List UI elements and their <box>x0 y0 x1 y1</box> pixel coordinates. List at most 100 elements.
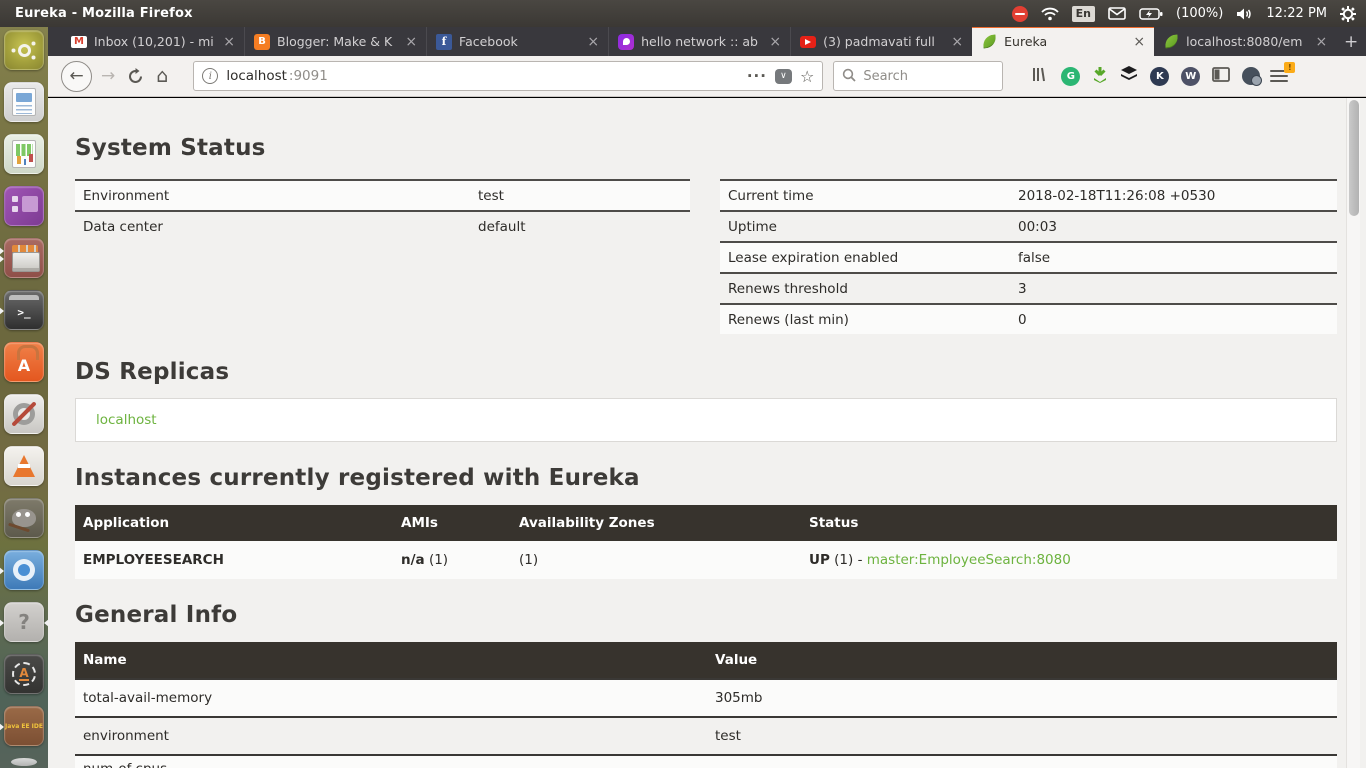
row-key: Renews (last min) <box>728 311 849 328</box>
site-info-icon[interactable]: i <box>202 68 219 84</box>
instance-row: EMPLOYEESEARCH n/a (1) (1) UP (1) - mast… <box>75 541 1337 579</box>
keepa-icon[interactable]: K <box>1150 66 1170 86</box>
volume-icon[interactable] <box>1236 7 1253 21</box>
tab-hello-network[interactable]: hello network :: ab × <box>608 27 790 56</box>
session-gear-icon[interactable] <box>1340 5 1356 22</box>
forward-button[interactable]: → <box>101 66 115 86</box>
new-tab-button[interactable]: + <box>1336 27 1366 56</box>
back-button[interactable]: ← <box>61 60 92 92</box>
unknown-window-icon[interactable]: ? <box>0 602 49 642</box>
search-icon <box>842 67 856 86</box>
instance-status: UP (1) - master:EmployeeSearch:8080 <box>809 552 1071 568</box>
home-button[interactable]: ⌂ <box>156 65 168 87</box>
gimp-icon[interactable] <box>4 498 44 538</box>
libreoffice-writer-icon[interactable] <box>4 82 44 122</box>
video-downloader-icon[interactable] <box>1092 66 1108 87</box>
firefox-window: M Inbox (10,201) - mi × B Blogger: Make … <box>48 25 1366 768</box>
running-pip <box>0 619 4 627</box>
tab-facebook[interactable]: f Facebook × <box>426 27 608 56</box>
row-key: Lease expiration enabled <box>728 249 899 266</box>
libreoffice-impress-icon[interactable] <box>4 186 44 226</box>
tab-youtube[interactable]: (3) padmavati full × <box>790 27 972 56</box>
libreoffice-calc-icon[interactable] <box>4 134 44 174</box>
navigation-toolbar: ← → ⌂ i localhost:9091 ··· ∨ ☆ G <box>48 56 1366 97</box>
replica-link[interactable]: localhost <box>96 412 157 428</box>
ds-replicas-panel: localhost <box>75 398 1337 442</box>
table-row: Uptime 00:03 <box>720 210 1337 241</box>
bookmark-star-icon[interactable]: ☆ <box>800 67 814 86</box>
scrollbar-thumb[interactable] <box>1348 100 1359 216</box>
page-scrollbar[interactable] <box>1346 98 1360 768</box>
ds-replicas-title: DS Replicas <box>75 359 230 385</box>
tab-strip: M Inbox (10,201) - mi × B Blogger: Make … <box>48 25 1366 56</box>
page-actions-icon[interactable]: ··· <box>747 67 767 85</box>
do-not-disturb-icon[interactable] <box>1011 5 1028 22</box>
row-value: 00:03 <box>1018 218 1057 235</box>
system-status-title: System Status <box>75 135 266 161</box>
archive-manager-icon[interactable] <box>0 238 44 278</box>
chromium-icon[interactable] <box>0 550 44 590</box>
table-row: Data center default <box>75 210 690 241</box>
tab-close-icon[interactable]: × <box>1131 35 1147 49</box>
search-input[interactable] <box>863 68 974 84</box>
tab-close-icon[interactable]: × <box>1313 35 1329 49</box>
tab-eureka-active[interactable]: Eureka × <box>972 25 1155 56</box>
pocket-icon[interactable]: ∨ <box>774 68 792 84</box>
clock[interactable]: 12:22 PM <box>1266 6 1327 21</box>
row-key: Data center <box>83 218 163 235</box>
table-row-partial: num-of-cpus <box>75 754 1337 768</box>
tab-close-icon[interactable]: × <box>221 35 237 49</box>
software-center-icon[interactable]: A <box>4 342 44 382</box>
instances-table-header: Application AMIs Availability Zones Stat… <box>75 505 1337 541</box>
system-settings-icon[interactable] <box>4 394 44 434</box>
youtube-favicon <box>800 35 817 48</box>
terminal-icon[interactable]: >_ <box>0 290 44 330</box>
keyboard-layout-indicator[interactable]: En <box>1071 5 1096 22</box>
layers-icon[interactable] <box>1120 66 1138 86</box>
vlc-icon[interactable] <box>4 446 44 486</box>
tab-blogger[interactable]: B Blogger: Make & K × <box>244 27 426 56</box>
url-port: :9091 <box>288 68 328 84</box>
general-info-header: Name Value <box>75 642 1337 678</box>
col-status: Status <box>809 515 859 531</box>
tab-gmail[interactable]: M Inbox (10,201) - mi × <box>62 27 244 56</box>
unity-launcher: >_ A ? A Java EE IDE <box>0 27 49 768</box>
row-value: 305mb <box>715 690 763 706</box>
instances-title: Instances currently registered with Eure… <box>75 465 640 491</box>
spring-leaf-favicon <box>981 34 997 50</box>
tab-localhost-8080[interactable]: localhost:8080/em × <box>1154 27 1336 56</box>
blogger-favicon: B <box>254 33 271 50</box>
wappalyzer-icon[interactable]: W <box>1181 66 1201 86</box>
general-info-title: General Info <box>75 602 238 628</box>
ubuntu-dash-icon[interactable] <box>4 30 44 70</box>
tab-close-icon[interactable]: × <box>767 35 783 49</box>
menu-alert-badge: ! <box>1284 61 1296 73</box>
library-icon[interactable] <box>1031 66 1049 87</box>
tab-close-icon[interactable]: × <box>949 35 965 49</box>
row-value: 3 <box>1018 280 1027 297</box>
table-row: Renews threshold 3 <box>720 272 1337 303</box>
trash-icon[interactable] <box>11 758 37 766</box>
instance-status-link[interactable]: master:EmployeeSearch:8080 <box>867 552 1071 568</box>
wifi-icon[interactable] <box>1041 7 1059 21</box>
software-updater-icon[interactable]: A <box>4 654 44 694</box>
grammarly-icon[interactable]: G <box>1061 66 1081 86</box>
battery-icon[interactable] <box>1139 7 1163 20</box>
tab-close-icon[interactable]: × <box>585 35 601 49</box>
running-pip <box>0 255 4 263</box>
table-row: environment test <box>75 716 1337 754</box>
running-pip <box>0 307 4 315</box>
row-name: total-avail-memory <box>83 690 213 706</box>
row-value: test <box>715 728 741 744</box>
search-bar[interactable] <box>833 61 1004 91</box>
reload-button[interactable] <box>127 67 144 85</box>
col-name: Name <box>83 652 127 668</box>
address-bar[interactable]: i localhost:9091 ··· ∨ ☆ <box>193 61 824 91</box>
ghostery-icon[interactable] <box>1242 67 1263 86</box>
menu-button[interactable]: ! <box>1270 61 1296 83</box>
java-ee-ide-icon[interactable]: Java EE IDE <box>0 706 44 746</box>
mail-icon[interactable] <box>1108 7 1126 20</box>
tab-close-icon[interactable]: × <box>403 35 419 49</box>
col-amis: AMIs <box>401 515 438 531</box>
sidebar-toggle-icon[interactable] <box>1212 66 1231 86</box>
